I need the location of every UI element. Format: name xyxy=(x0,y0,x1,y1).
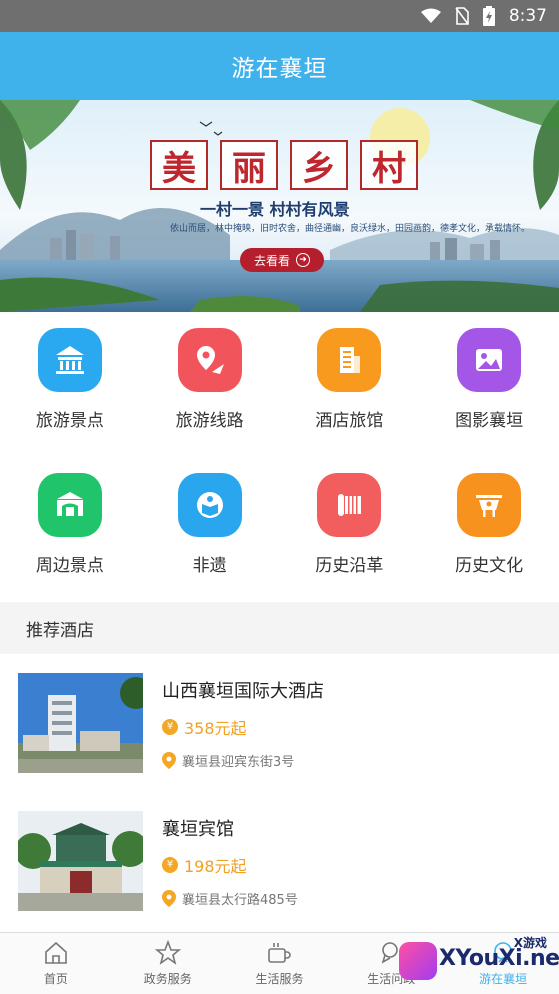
bronze-vessel-icon xyxy=(457,473,522,537)
category-label: 酒店旅馆 xyxy=(315,411,384,431)
banner-title-char: 丽 xyxy=(220,140,278,190)
location-pin-icon xyxy=(162,751,176,769)
hotel-icon xyxy=(317,328,382,392)
app-header: 游在襄垣 xyxy=(0,32,559,100)
hotel-price: 198元起 xyxy=(184,856,247,876)
tab-life-services[interactable]: 生活服务 xyxy=(224,933,336,994)
hotel-address-row: 襄垣县太行路485号 xyxy=(162,889,298,908)
category-gallery[interactable]: 图影襄垣 xyxy=(419,328,559,473)
category-label: 非遗 xyxy=(192,556,227,576)
gamepad-logo-icon xyxy=(399,942,437,980)
category-scenic-spots[interactable]: 旅游景点 xyxy=(0,328,140,473)
category-nearby[interactable]: 周边景点 xyxy=(0,473,140,618)
home-icon xyxy=(45,941,67,964)
watermark-tag: X游戏 xyxy=(513,936,547,950)
category-label: 历史文化 xyxy=(455,556,524,576)
arrow-right-icon: ➜ xyxy=(296,253,310,267)
category-grid: 旅游景点 旅游线路 酒店旅馆 图影襄垣 周边景点 非遗 历史沿革 历史文化 xyxy=(0,312,559,602)
tab-home[interactable]: 首页 xyxy=(0,933,112,994)
status-bar: 8:37 xyxy=(0,0,559,32)
wifi-icon xyxy=(420,8,441,23)
category-tour-routes[interactable]: 旅游线路 xyxy=(140,328,280,473)
temple-icon xyxy=(37,328,102,392)
battery-charging-icon xyxy=(482,6,495,26)
tab-label: 政务服务 xyxy=(143,972,192,986)
nearby-icon xyxy=(37,473,102,537)
location-pin-icon xyxy=(162,889,176,907)
category-heritage[interactable]: 非遗 xyxy=(140,473,280,618)
tab-government[interactable]: 政务服务 xyxy=(112,933,224,994)
banner-go-label: 去看看 xyxy=(253,253,290,268)
banner-title-char: 美 xyxy=(150,140,208,190)
site-watermark: XYouXi.net X游戏 xyxy=(395,932,559,988)
banner-title-char: 村 xyxy=(360,140,418,190)
hotel-price: 358元起 xyxy=(184,718,247,738)
hotel-list-item[interactable]: 山西襄垣国际大酒店 ¥ 358元起 襄垣县迎宾东街3号 xyxy=(0,654,559,792)
banner-subtext: 依山而居，林中掩映，旧时农舍，曲径通幽，良沃绿水，田园画韵，德孝文化，承载情怀。 xyxy=(170,224,531,234)
hotel-address: 襄垣县太行路485号 xyxy=(182,892,298,908)
hotel-name: 山西襄垣国际大酒店 xyxy=(162,680,324,702)
page-title: 游在襄垣 xyxy=(231,56,328,82)
route-icon xyxy=(177,328,242,392)
hotel-address: 襄垣县迎宾东街3号 xyxy=(182,754,295,770)
hotel-list-item[interactable]: 襄垣宾馆 ¥ 198元起 襄垣县太行路485号 xyxy=(0,792,559,930)
tab-label: 首页 xyxy=(43,972,68,986)
banner-title-char: 乡 xyxy=(290,140,348,190)
app-screen: 8:37 游在襄垣 美 丽 乡 村 一村一景 村村有风景 依山而居，林中掩映，旧… xyxy=(0,0,559,994)
category-label: 周边景点 xyxy=(35,556,104,576)
hotel-address-row: 襄垣县迎宾东街3号 xyxy=(162,751,324,770)
category-label: 历史沿革 xyxy=(315,556,384,576)
scroll-icon xyxy=(317,473,382,537)
hotel-photo xyxy=(18,673,143,773)
gallery-icon xyxy=(457,328,522,392)
coffee-cup-icon xyxy=(268,943,292,963)
status-time: 8:37 xyxy=(508,6,547,26)
tab-label: 生活服务 xyxy=(255,972,304,986)
category-hotels[interactable]: 酒店旅馆 xyxy=(280,328,420,473)
banner-go-button[interactable]: 去看看 ➜ xyxy=(240,248,324,272)
yen-coin-icon: ¥ xyxy=(162,856,178,873)
no-sim-icon xyxy=(455,7,469,25)
promo-banner[interactable]: 美 丽 乡 村 一村一景 村村有风景 依山而居，林中掩映，旧时农舍，曲径通幽，良… xyxy=(0,100,559,312)
category-culture[interactable]: 历史文化 xyxy=(419,473,559,618)
star-icon xyxy=(154,940,181,965)
hotel-photo xyxy=(18,811,143,911)
category-label: 图影襄垣 xyxy=(455,411,524,431)
category-history[interactable]: 历史沿革 xyxy=(280,473,420,618)
banner-slogan: 一村一景 村村有风景 xyxy=(200,200,350,219)
heritage-book-icon xyxy=(177,473,242,537)
hotel-price-row: ¥ 198元起 xyxy=(162,853,298,877)
category-label: 旅游景点 xyxy=(35,411,104,431)
section-title: 推荐酒店 xyxy=(26,620,94,641)
yen-coin-icon: ¥ xyxy=(162,718,178,735)
hotel-name: 襄垣宾馆 xyxy=(162,818,234,840)
category-label: 旅游线路 xyxy=(175,411,244,431)
banner-title: 美 丽 乡 村 xyxy=(150,140,418,190)
hotel-info: 襄垣宾馆 ¥ 198元起 襄垣县太行路485号 xyxy=(162,815,298,908)
hotel-info: 山西襄垣国际大酒店 ¥ 358元起 襄垣县迎宾东街3号 xyxy=(162,677,324,770)
hotel-price-row: ¥ 358元起 xyxy=(162,715,324,739)
